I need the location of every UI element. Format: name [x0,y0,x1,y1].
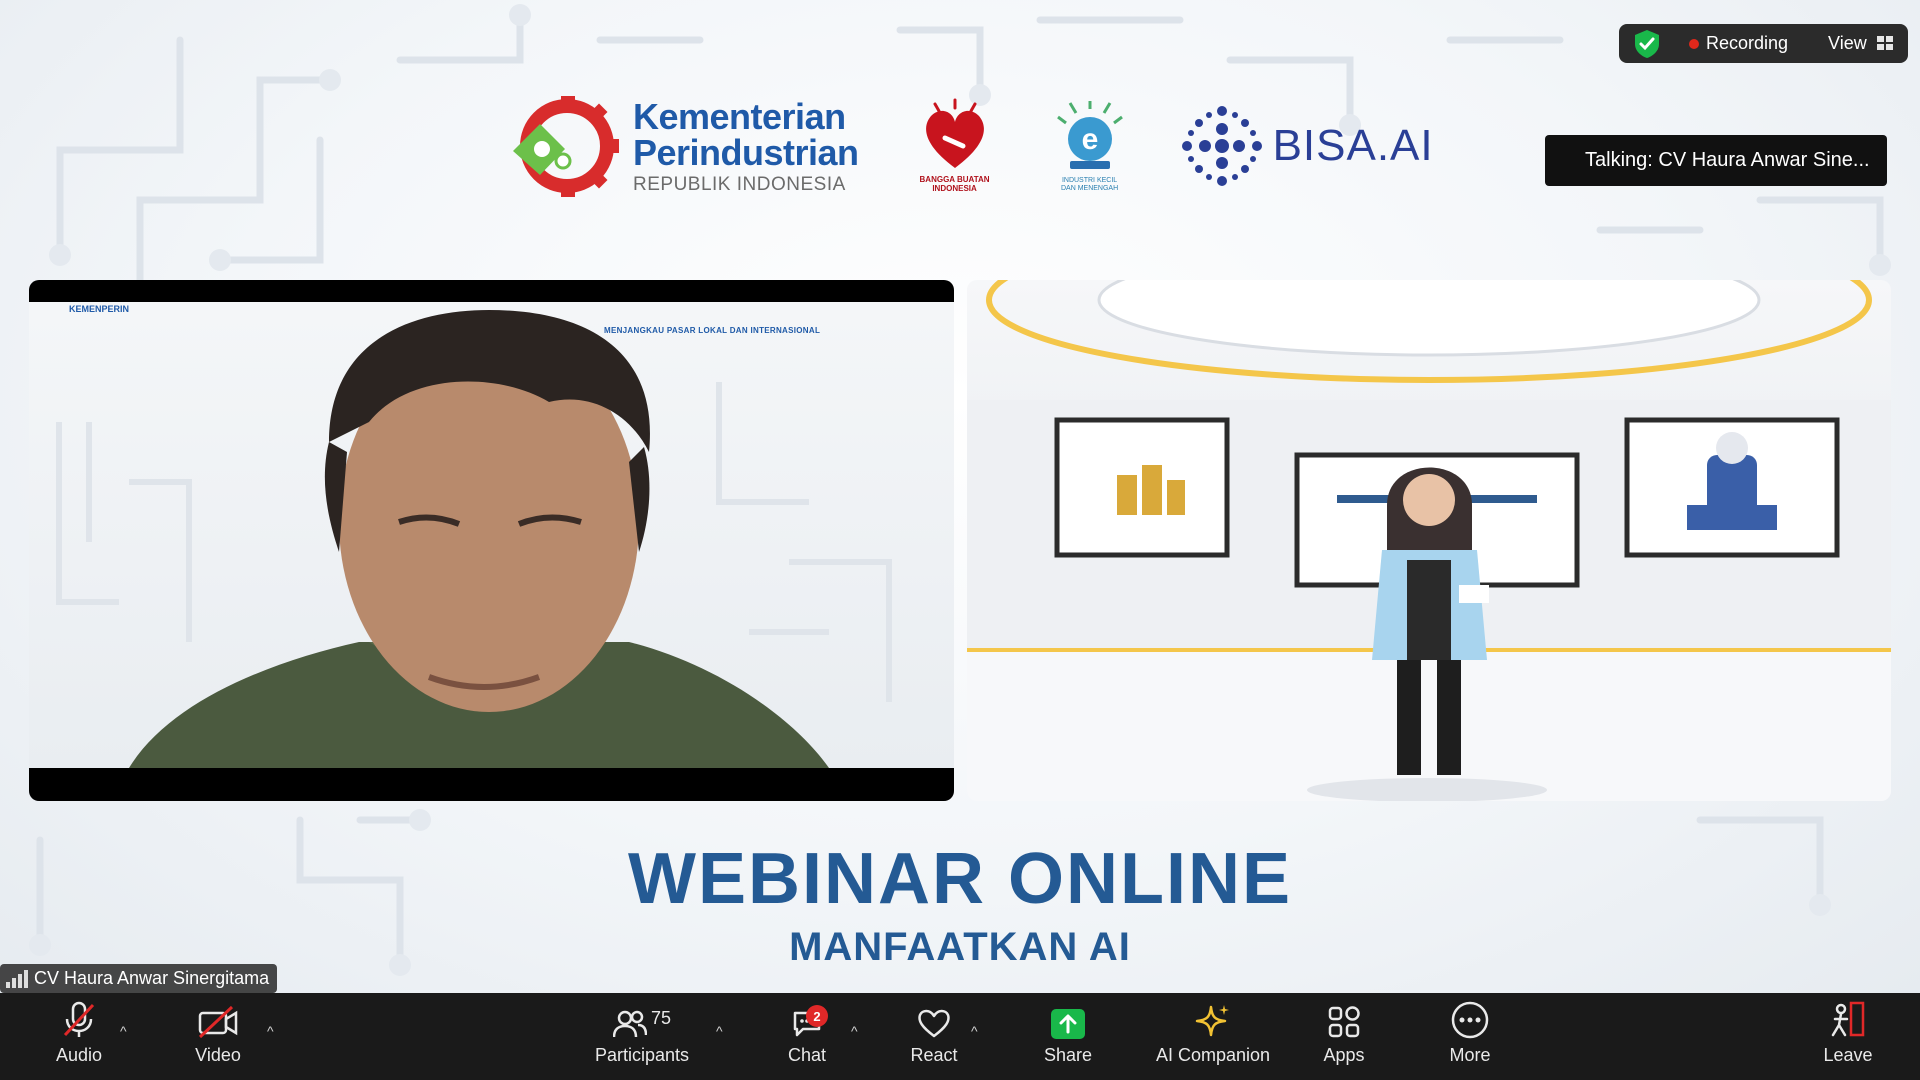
recording-pill[interactable]: Recording View [1619,24,1908,63]
view-button[interactable]: View [1828,33,1867,54]
speaker-video[interactable]: KEMENPERIN MENJANGKAU PASAR LOKAL DAN IN… [29,280,954,801]
video-button[interactable]: Video [185,993,251,1080]
video-label: Video [195,1045,241,1065]
share-label: Share [1043,1045,1093,1065]
talking-indicator: Talking: CV Haura Anwar Sine... [1545,135,1887,186]
grid-view-icon[interactable] [1876,35,1895,52]
webinar-subtitle-cut [0,975,1920,993]
e-tree-logo-icon: e [1056,101,1123,170]
meeting-toolbar: Audio ^ Video ^ 75 Participants ^ 2 Chat… [0,993,1920,1080]
participant-name: CV Haura Anwar Sinergitama [34,968,270,988]
speaker-video-feed: KEMENPERIN MENJANGKAU PASAR LOKAL DAN IN… [29,302,954,768]
logo-row: Kementerian Perindustrian REPUBLIK INDON… [505,86,1434,206]
ai-companion-button[interactable]: AI Companion [1150,993,1276,1080]
webinar-title: WEBINAR ONLINE [628,839,1292,919]
apps-button[interactable]: Apps [1318,993,1370,1080]
audio-label: Audio [55,1045,103,1065]
heart-logo-icon [925,98,984,169]
audio-options-caret-icon[interactable]: ^ [120,1023,127,1039]
share-button[interactable]: Share [1042,993,1094,1080]
video-off-icon [198,1005,238,1039]
react-button[interactable]: React [906,993,962,1080]
leave-icon [1831,1001,1865,1037]
chat-label: Chat [787,1045,827,1065]
participants-icon [612,1010,647,1038]
participants-label: Participants [594,1045,690,1065]
react-options-caret-icon[interactable]: ^ [971,1023,978,1039]
sparkle-icon [1195,1005,1229,1037]
more-label: More [1449,1045,1491,1065]
audio-button[interactable]: Audio [46,993,112,1080]
signal-bars-icon [6,969,28,988]
bangga-buatan-indonesia-logo: BANGGA BUATAN INDONESIA [905,98,1005,194]
participants-options-caret-icon[interactable]: ^ [716,1023,723,1039]
kemenperin-line1: Kementerian [633,95,846,137]
ai-companion-label: AI Companion [1155,1045,1271,1065]
heart-icon [918,1009,950,1038]
recording-label: Recording [1706,33,1789,53]
participant-name-tag: CV Haura Anwar Sinergitama [0,964,278,993]
video-options-caret-icon[interactable]: ^ [267,1023,274,1039]
virtual-studio [967,280,1891,801]
chat-button[interactable]: 2 Chat [780,993,834,1080]
more-button[interactable]: More [1444,993,1496,1080]
participants-button[interactable]: 75 Participants [590,993,694,1080]
chat-options-caret-icon[interactable]: ^ [851,1023,858,1039]
react-label: React [910,1045,958,1065]
recording-dot-icon [1689,38,1699,49]
apps-label: Apps [1323,1045,1365,1065]
bisa-ai-wordmark: BISA.AI [1272,121,1434,170]
webinar-subtitle: MANFAATKAN AI [789,925,1131,969]
gear-logo-icon [513,96,619,197]
apps-icon [1328,1006,1360,1038]
bisa-dots-icon [1181,106,1262,186]
e-smart-ikm-logo: e INDUSTRI KECIL DAN MENENGAH [1045,99,1135,192]
chat-unread-badge: 2 [806,1005,828,1027]
mic-muted-icon [63,1001,95,1037]
leave-label: Leave [1823,1045,1873,1065]
bisa-ai-logo: BISA.AI [1179,103,1434,189]
participants-count: 75 [650,1008,672,1028]
share-screen-icon [1051,1009,1085,1039]
leave-button[interactable]: Leave [1820,993,1876,1080]
host-video[interactable] [967,280,1891,801]
speaker-person [56,310,892,768]
svg-text:e: e [1081,123,1098,156]
more-dots-icon [1451,1001,1489,1039]
kemenperin-line2: Perindustrian [633,131,859,173]
shield-check-icon [1635,29,1659,58]
kemenperin-logo: Kementerian Perindustrian REPUBLIK INDON… [505,91,859,201]
kemenperin-line3: REPUBLIK INDONESIA [633,173,846,195]
